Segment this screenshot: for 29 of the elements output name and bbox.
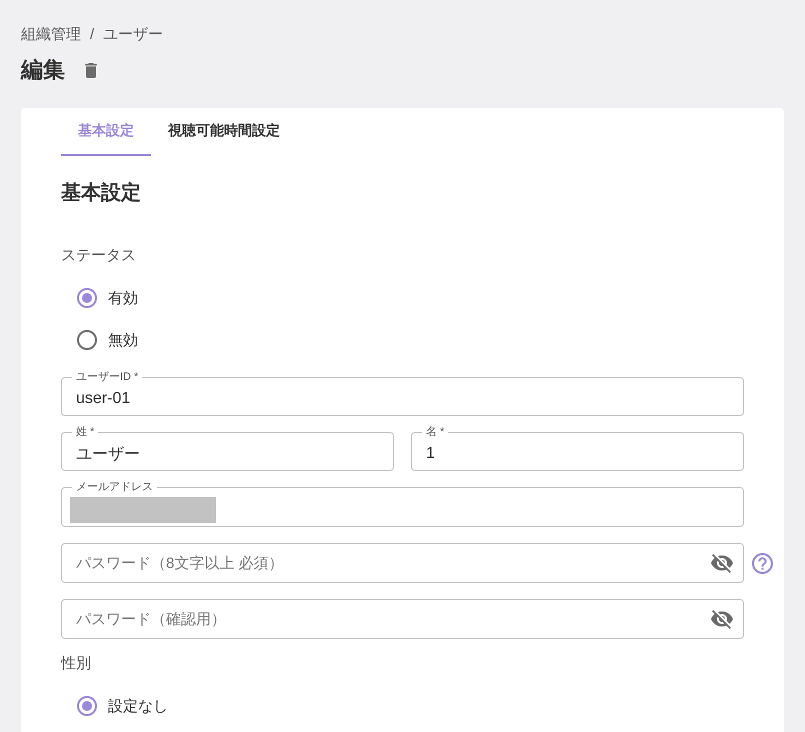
- radio-option[interactable]: 無効: [61, 319, 138, 361]
- radio-unchecked-icon[interactable]: [77, 330, 97, 350]
- field-label: ユーザーID *: [75, 371, 140, 383]
- page-title: 編集: [21, 56, 65, 84]
- radio-option[interactable]: 有効: [61, 277, 138, 319]
- breadcrumb-separator: /: [90, 25, 94, 45]
- tab[interactable]: 視聴可能時間設定: [151, 108, 297, 156]
- eye-off-icon[interactable]: [711, 554, 733, 572]
- text-input[interactable]: user-01: [72, 383, 733, 415]
- trash-icon[interactable]: [85, 62, 97, 78]
- text-field[interactable]: メールアドレス: [61, 481, 744, 527]
- radio-option[interactable]: 設定なし: [61, 685, 168, 727]
- field-label: メールアドレス: [75, 481, 154, 493]
- radio-checked-icon[interactable]: [77, 288, 97, 308]
- text-field[interactable]: ユーザーID * user-01: [61, 371, 744, 416]
- field-label: 姓 *: [75, 426, 96, 438]
- text-input[interactable]: ユーザー: [72, 438, 383, 470]
- text-input[interactable]: 1: [422, 438, 733, 470]
- breadcrumb-link[interactable]: 組織管理: [21, 24, 81, 46]
- field-label: 名 *: [425, 426, 446, 438]
- text-field[interactable]: 姓 * ユーザー: [61, 426, 394, 471]
- radio-checked-icon[interactable]: [77, 696, 97, 716]
- group-label: ステータス: [61, 246, 136, 266]
- eye-off-icon[interactable]: [711, 610, 733, 628]
- breadcrumb-link[interactable]: ユーザー: [103, 24, 164, 46]
- help-icon[interactable]: [752, 552, 773, 574]
- section-title: 基本設定: [61, 180, 141, 206]
- group-label: 性別: [61, 654, 91, 674]
- text-field[interactable]: 名 * 1: [411, 426, 744, 471]
